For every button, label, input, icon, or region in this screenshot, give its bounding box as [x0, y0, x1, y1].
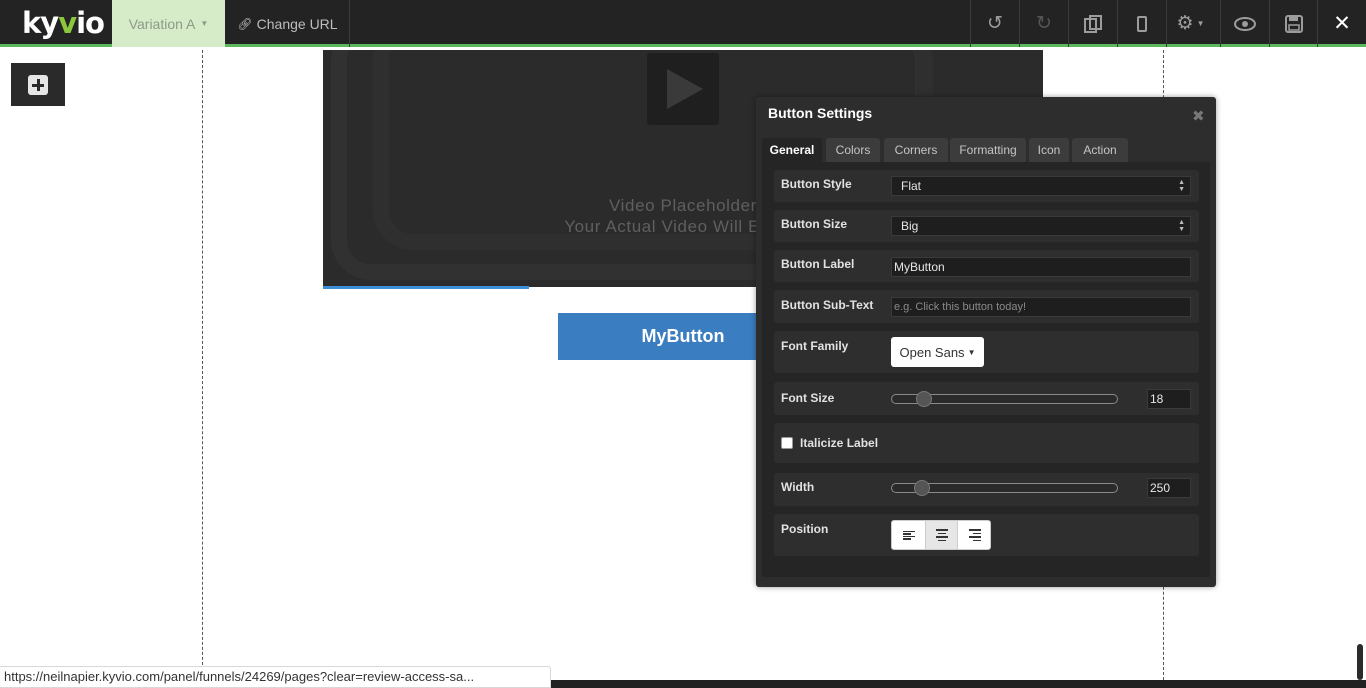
mobile-icon	[1137, 15, 1147, 32]
align-center-button[interactable]	[925, 521, 958, 549]
tab-formatting[interactable]: Formatting	[950, 138, 1026, 162]
field-position: Position	[774, 514, 1199, 556]
play-icon	[647, 53, 719, 125]
button-subtext-input[interactable]: e.g. Click this button today!	[891, 297, 1191, 317]
slider-handle[interactable]	[916, 391, 932, 407]
save-icon	[1285, 14, 1303, 33]
align-right-icon	[968, 528, 981, 542]
close-icon: ✕	[1333, 12, 1351, 35]
button-settings-panel: Button Settings ✖ General Colors Corners…	[756, 97, 1216, 587]
field-button-style: Button Style Flat ▲ ▼	[774, 170, 1199, 202]
align-right-button[interactable]	[958, 521, 991, 549]
column-guide-left	[202, 50, 203, 680]
copy-icon	[1084, 14, 1102, 33]
font-family-dropdown[interactable]: Open Sans ▼	[891, 337, 984, 367]
variation-label: Variation A	[128, 15, 196, 32]
width-slider[interactable]	[891, 480, 1118, 496]
tab-corners[interactable]: Corners	[884, 138, 948, 162]
font-family-label: Font Family	[781, 339, 849, 353]
button-size-label: Button Size	[781, 217, 847, 231]
undo-button[interactable]: ↺	[970, 0, 1019, 47]
italicize-checkbox[interactable]	[781, 437, 793, 449]
redo-button[interactable]: ↻	[1019, 0, 1068, 47]
change-url-button[interactable]: 🔗︎ Change URL	[226, 0, 350, 47]
caret-down-icon: ▼	[967, 347, 976, 357]
change-url-label: Change URL	[256, 15, 338, 32]
tab-icon[interactable]: Icon	[1029, 138, 1069, 162]
mobile-view-button[interactable]	[1117, 0, 1166, 47]
copy-button[interactable]	[1068, 0, 1117, 47]
tab-action[interactable]: Action	[1072, 138, 1128, 162]
link-icon: 🔗︎	[237, 16, 253, 31]
slider-handle[interactable]	[914, 480, 930, 496]
field-font-size: Font Size 18	[774, 382, 1199, 415]
align-left-button[interactable]	[892, 521, 925, 549]
save-button[interactable]	[1269, 0, 1318, 47]
panel-title: Button Settings	[768, 105, 873, 121]
italicize-label: Italicize Label	[800, 436, 879, 450]
page-footer-strip	[551, 680, 1366, 688]
redo-icon: ↻	[1036, 13, 1052, 34]
undo-icon: ↺	[987, 13, 1003, 34]
settings-body: Button Style Flat ▲ ▼ Button Size Big ▲ ▼ …	[762, 162, 1210, 577]
button-size-select[interactable]: Big ▲ ▼	[891, 216, 1191, 236]
align-center-icon	[935, 528, 948, 542]
field-width: Width 250	[774, 473, 1199, 506]
kyvio-logo[interactable]: kyvio	[22, 6, 105, 40]
field-font-family: Font Family Open Sans ▼	[774, 331, 1199, 373]
preview-icon	[1234, 16, 1256, 31]
scrollbar-thumb[interactable]	[1357, 644, 1363, 680]
button-subtext-label: Button Sub-Text	[781, 298, 874, 312]
settings-icon: ⚙	[1176, 13, 1194, 34]
select-arrows-icon: ▲ ▼	[1178, 179, 1185, 193]
close-icon[interactable]: ✖	[1192, 107, 1205, 125]
align-left-icon	[902, 530, 915, 541]
add-element-button[interactable]	[11, 63, 65, 106]
field-italicize: Italicize Label	[774, 423, 1199, 463]
button-style-label: Button Style	[781, 177, 852, 191]
close-editor-button[interactable]: ✕	[1317, 0, 1366, 47]
tab-general[interactable]: General	[762, 138, 822, 162]
caret-down-icon: ▼	[200, 19, 209, 28]
variation-dropdown[interactable]: Variation A ▼	[112, 0, 225, 47]
preview-button[interactable]	[1220, 0, 1269, 47]
position-button-group	[891, 520, 991, 550]
font-size-label: Font Size	[781, 391, 835, 405]
field-button-size: Button Size Big ▲ ▼	[774, 210, 1199, 242]
top-toolbar: kyvio Variation A ▼ 🔗︎ Change URL ↺ ↻ ⚙ ▼…	[0, 0, 1366, 47]
width-label: Width	[781, 480, 815, 494]
button-label-input[interactable]: MyButton	[891, 257, 1191, 277]
width-input[interactable]: 250	[1147, 478, 1191, 498]
field-button-subtext: Button Sub-Text e.g. Click this button t…	[774, 290, 1199, 323]
position-label: Position	[781, 522, 829, 536]
settings-dropdown[interactable]: ⚙ ▼	[1166, 0, 1214, 47]
caret-down-icon: ▼	[1196, 19, 1205, 28]
font-size-input[interactable]: 18	[1147, 389, 1191, 409]
button-style-select[interactable]: Flat ▲ ▼	[891, 176, 1191, 196]
font-size-slider[interactable]	[891, 391, 1118, 407]
link-status-url: https://neilnapier.kyvio.com/panel/funne…	[0, 666, 551, 688]
video-progress-bar	[323, 286, 529, 289]
plus-square-icon	[28, 74, 48, 95]
field-button-label: Button Label MyButton	[774, 250, 1199, 282]
select-arrows-icon: ▲ ▼	[1178, 219, 1185, 233]
tab-colors[interactable]: Colors	[826, 138, 880, 162]
button-label-label: Button Label	[781, 257, 855, 271]
